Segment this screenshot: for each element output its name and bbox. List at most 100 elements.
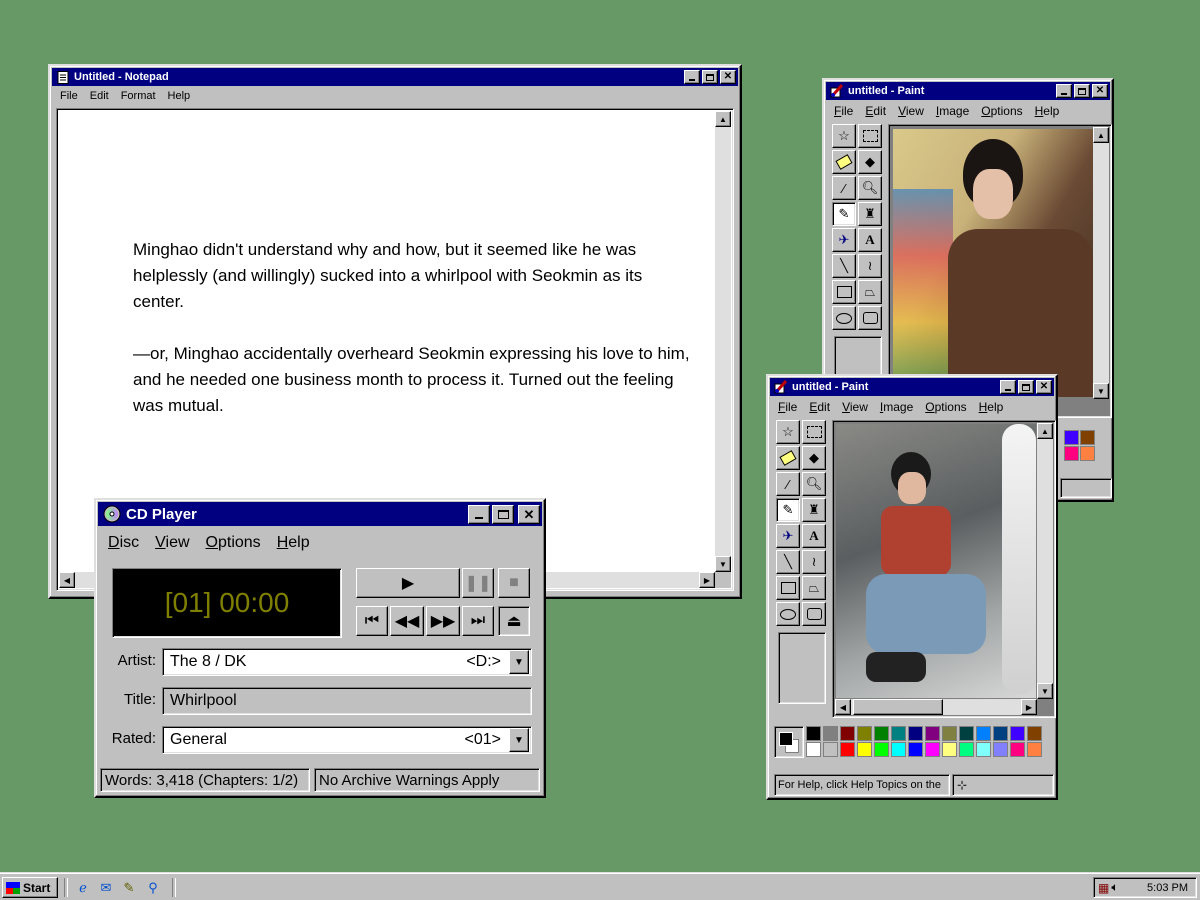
line-tool[interactable]: ╲ (776, 550, 800, 574)
scroll-up-button[interactable]: ▲ (1037, 423, 1053, 439)
airbrush-tool[interactable]: ✈ (776, 524, 800, 548)
menu-options[interactable]: Options (198, 530, 269, 556)
palette-color[interactable] (925, 742, 940, 757)
fill-tool[interactable]: ◆ (858, 150, 882, 174)
horizontal-scrollbar[interactable]: ◀ ▶ (835, 699, 1037, 715)
scroll-left-button[interactable]: ◀ (835, 699, 851, 715)
palette-color[interactable] (806, 726, 821, 741)
pause-button[interactable]: ❚❚ (462, 568, 494, 598)
tool-options-box[interactable] (778, 632, 826, 704)
skip-forwards-button[interactable]: ▶▶ (426, 606, 460, 636)
foreground-color[interactable] (779, 732, 793, 746)
palette-color[interactable] (942, 726, 957, 741)
title-field[interactable]: Whirlpool (162, 687, 532, 715)
palette-color[interactable] (925, 726, 940, 741)
scheduler-icon[interactable]: ▦ (1098, 881, 1109, 895)
rect-select-tool[interactable] (858, 124, 882, 148)
menu-help[interactable]: Help (162, 88, 197, 104)
palette-color[interactable] (1064, 446, 1079, 461)
palette-color[interactable] (942, 742, 957, 757)
menu-file[interactable]: File (828, 102, 859, 120)
artist-dropdown[interactable]: The 8 / DK <D:> ▼ (162, 648, 532, 676)
ellipse-tool[interactable] (776, 602, 800, 626)
brush-tool[interactable]: ♜ (858, 202, 882, 226)
menu-image[interactable]: Image (874, 398, 919, 416)
polygon-tool[interactable]: ⏢ (858, 280, 882, 304)
palette-color[interactable] (857, 726, 872, 741)
start-button[interactable]: Start (2, 877, 58, 898)
vertical-scrollbar[interactable]: ▲ ▼ (1037, 423, 1053, 699)
menu-edit[interactable]: Edit (84, 88, 115, 104)
palette-color[interactable] (874, 726, 889, 741)
maximize-button[interactable] (492, 504, 514, 524)
rectangle-tool[interactable] (832, 280, 856, 304)
skip-backwards-button[interactable]: ◀◀ (390, 606, 424, 636)
ellipse-tool[interactable] (832, 306, 856, 330)
next-track-button[interactable]: ⏭ (462, 606, 494, 636)
maximize-button[interactable] (702, 70, 718, 84)
menu-edit[interactable]: Edit (803, 398, 836, 416)
scroll-down-button[interactable]: ▼ (715, 556, 731, 572)
close-button[interactable]: ✕ (1036, 380, 1052, 394)
notepad-titlebar[interactable]: Untitled - Notepad ✕ (52, 68, 738, 86)
scroll-left-button[interactable]: ◀ (59, 572, 75, 588)
palette-color[interactable] (857, 742, 872, 757)
magnifier-tool[interactable]: 🔍︎ (802, 472, 826, 496)
palette-color[interactable] (840, 742, 855, 757)
free-select-tool[interactable]: ☆ (776, 420, 800, 444)
palette-color[interactable] (908, 726, 923, 741)
palette-color[interactable] (891, 742, 906, 757)
menu-file[interactable]: File (54, 88, 84, 104)
outlook-express-icon[interactable]: ✉ (97, 879, 115, 897)
menu-edit[interactable]: Edit (859, 102, 892, 120)
menu-image[interactable]: Image (930, 102, 975, 120)
palette-color[interactable] (993, 742, 1008, 757)
eject-button[interactable]: ⏏ (498, 606, 530, 636)
minimize-button[interactable] (1000, 380, 1016, 394)
scroll-up-button[interactable]: ▲ (715, 111, 731, 127)
maximize-button[interactable] (1074, 84, 1090, 98)
cd-player-titlebar[interactable]: CD Player ✕ (98, 502, 542, 526)
scroll-up-button[interactable]: ▲ (1093, 127, 1109, 143)
color-picker-tool[interactable]: ⁄ (776, 472, 800, 496)
pencil-tool[interactable]: ✎ (832, 202, 856, 226)
menu-help[interactable]: Help (269, 530, 318, 556)
clock[interactable]: 5:03 PM (1147, 882, 1188, 894)
palette-color[interactable] (874, 742, 889, 757)
free-select-tool[interactable]: ☆ (832, 124, 856, 148)
eraser-tool[interactable] (832, 150, 856, 174)
artist-dropdown-button[interactable]: ▼ (509, 650, 529, 674)
palette-color[interactable] (959, 726, 974, 741)
paint-titlebar[interactable]: untitled - Paint ✕ (770, 378, 1054, 396)
color-selector[interactable] (774, 726, 804, 758)
scroll-thumb[interactable] (853, 699, 943, 715)
paint-titlebar[interactable]: untitled - Paint ✕ (826, 82, 1110, 100)
palette-color[interactable] (976, 742, 991, 757)
volume-icon[interactable]: 🔈︎ (1111, 880, 1118, 895)
previous-track-button[interactable]: ⏮ (356, 606, 388, 636)
palette-color[interactable] (959, 742, 974, 757)
polygon-tool[interactable]: ⏢ (802, 576, 826, 600)
palette-color[interactable] (1010, 726, 1025, 741)
rect-select-tool[interactable] (802, 420, 826, 444)
menu-file[interactable]: File (772, 398, 803, 416)
menu-help[interactable]: Help (973, 398, 1010, 416)
pencil-tool[interactable]: ✎ (776, 498, 800, 522)
palette-color[interactable] (806, 742, 821, 757)
menu-options[interactable]: Options (975, 102, 1028, 120)
size-grip[interactable] (715, 572, 731, 588)
scroll-right-button[interactable]: ▶ (699, 572, 715, 588)
menu-format[interactable]: Format (115, 88, 162, 104)
menu-help[interactable]: Help (1029, 102, 1066, 120)
text-tool[interactable]: A (858, 228, 882, 252)
scroll-down-button[interactable]: ▼ (1093, 383, 1109, 399)
show-desktop-icon[interactable]: ✎ (120, 879, 138, 897)
palette-color[interactable] (1080, 446, 1095, 461)
track-dropdown[interactable]: General <01> ▼ (162, 726, 532, 754)
fill-tool[interactable]: ◆ (802, 446, 826, 470)
minimize-button[interactable] (468, 504, 490, 524)
curve-tool[interactable]: ≀ (858, 254, 882, 278)
close-button[interactable]: ✕ (518, 504, 540, 524)
palette-color[interactable] (1010, 742, 1025, 757)
airbrush-tool[interactable]: ✈ (832, 228, 856, 252)
